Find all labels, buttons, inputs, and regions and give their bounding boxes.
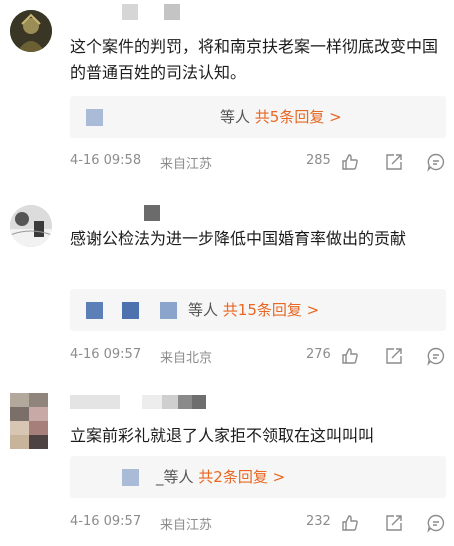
reply-summary-prefix: 等人 (188, 301, 219, 319)
reply-count-link[interactable]: 共15条回复 > (223, 301, 319, 319)
comment-meta: 4-16 09:58 来自江苏 285 (70, 150, 446, 172)
comment-date: 4-16 09:57 (70, 514, 142, 529)
like-count: 232 (306, 514, 331, 529)
avatar[interactable] (10, 205, 52, 247)
thumbs-up-icon[interactable] (340, 346, 360, 366)
reply-summary-prefix: 等人 (220, 108, 251, 126)
replier-avatar-censored (86, 302, 103, 319)
thumbs-up-icon[interactable] (340, 513, 360, 533)
thumbs-up-icon[interactable] (340, 152, 360, 172)
avatar[interactable] (10, 10, 52, 52)
reply-summary-prefix: _等人 (156, 468, 194, 486)
comment-text: 这个案件的判罚，将和南京扶老案一样彻底改变中国的普通百姓的司法认知。 (70, 37, 439, 82)
reply-preview-box[interactable]: 等人 共15条回复 > (70, 289, 446, 331)
like-count: 285 (306, 153, 331, 168)
comment-icon[interactable] (426, 513, 446, 533)
reply-count-link[interactable]: 共5条回复 > (255, 108, 342, 126)
avatar-censored[interactable] (10, 393, 48, 449)
comment-meta: 4-16 09:57 来自北京 276 (70, 344, 446, 366)
username-censored[interactable] (70, 395, 206, 409)
comment-location: 来自北京 (160, 351, 213, 366)
replier-avatar-censored (122, 469, 139, 486)
comment-date: 4-16 09:58 (70, 153, 142, 168)
comment-icon[interactable] (426, 152, 446, 172)
username-censored[interactable] (122, 4, 180, 20)
comment-item: 这个案件的判罚，将和南京扶老案一样彻底改变中国的普通百姓的司法认知。 等人 共5… (0, 0, 454, 180)
replier-avatar-censored (122, 302, 139, 319)
comment-location: 来自江苏 (160, 157, 213, 172)
comment-text: 感谢公检法为进一步降低中国婚育率做出的贡献 (70, 229, 407, 248)
comment-text: 立案前彩礼就退了人家拒不领取在这叫叫叫 (70, 426, 375, 445)
comment-location: 来自江苏 (160, 518, 213, 533)
share-icon[interactable] (384, 346, 404, 366)
reply-preview-box[interactable]: _等人 共2条回复 > (70, 456, 446, 498)
comment-item: 感谢公检法为进一步降低中国婚育率做出的贡献 等人 共15条回复 > 4-16 0… (0, 180, 454, 366)
comment-date: 4-16 09:57 (70, 347, 142, 362)
share-icon[interactable] (384, 152, 404, 172)
like-count: 276 (306, 347, 331, 362)
comment-item: 立案前彩礼就退了人家拒不领取在这叫叫叫 _等人 共2条回复 > 4-16 09:… (0, 365, 454, 546)
comment-meta: 4-16 09:57 来自江苏 232 (70, 511, 446, 533)
comment-icon[interactable] (426, 346, 446, 366)
replier-avatar-censored (160, 302, 177, 319)
reply-count-link[interactable]: 共2条回复 > (198, 468, 285, 486)
reply-preview-box[interactable]: 等人 共5条回复 > (70, 96, 446, 138)
username-censored[interactable] (144, 205, 160, 221)
share-icon[interactable] (384, 513, 404, 533)
replier-avatar-censored (86, 109, 103, 126)
